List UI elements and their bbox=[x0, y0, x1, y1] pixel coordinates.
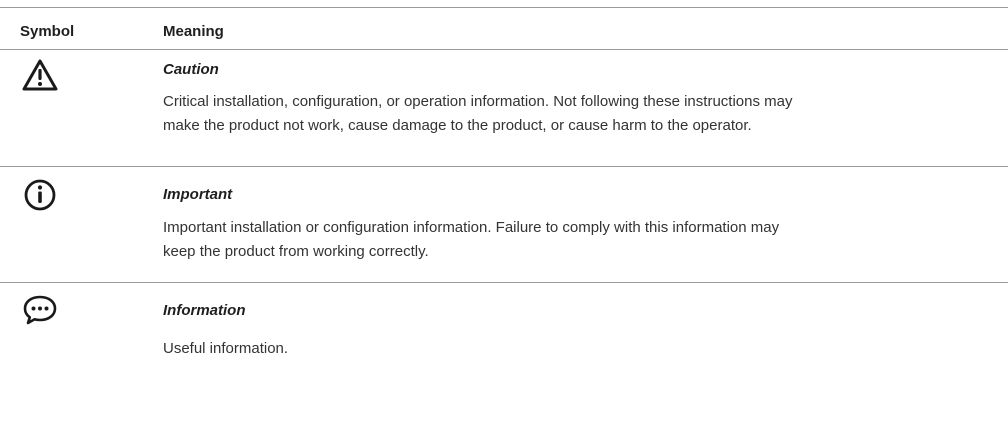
row-title: Caution bbox=[163, 61, 219, 78]
caution-triangle-icon bbox=[20, 56, 60, 96]
speech-bubble-icon bbox=[20, 291, 60, 331]
column-header-symbol: Symbol bbox=[20, 23, 75, 40]
row-description: Important installation or configuration … bbox=[163, 219, 780, 260]
table-row: Information Useful information. bbox=[0, 283, 1008, 383]
page: Symbol Meaning Caution Critical installa… bbox=[0, 0, 1008, 433]
symbol-legend-table: Symbol Meaning Caution Critical installa… bbox=[0, 7, 1008, 383]
row-description: Useful information. bbox=[163, 340, 289, 357]
row-description: Critical installation, configuration, or… bbox=[163, 93, 793, 134]
row-title: Important bbox=[163, 186, 233, 203]
row-title: Information bbox=[163, 302, 246, 319]
table-row: Caution Critical installation, configura… bbox=[0, 50, 1008, 166]
table-header-row: Symbol Meaning bbox=[0, 8, 1008, 49]
table-row: Important Important installation or conf… bbox=[0, 167, 1008, 282]
info-circle-icon bbox=[20, 175, 60, 215]
column-header-meaning: Meaning bbox=[163, 23, 224, 40]
